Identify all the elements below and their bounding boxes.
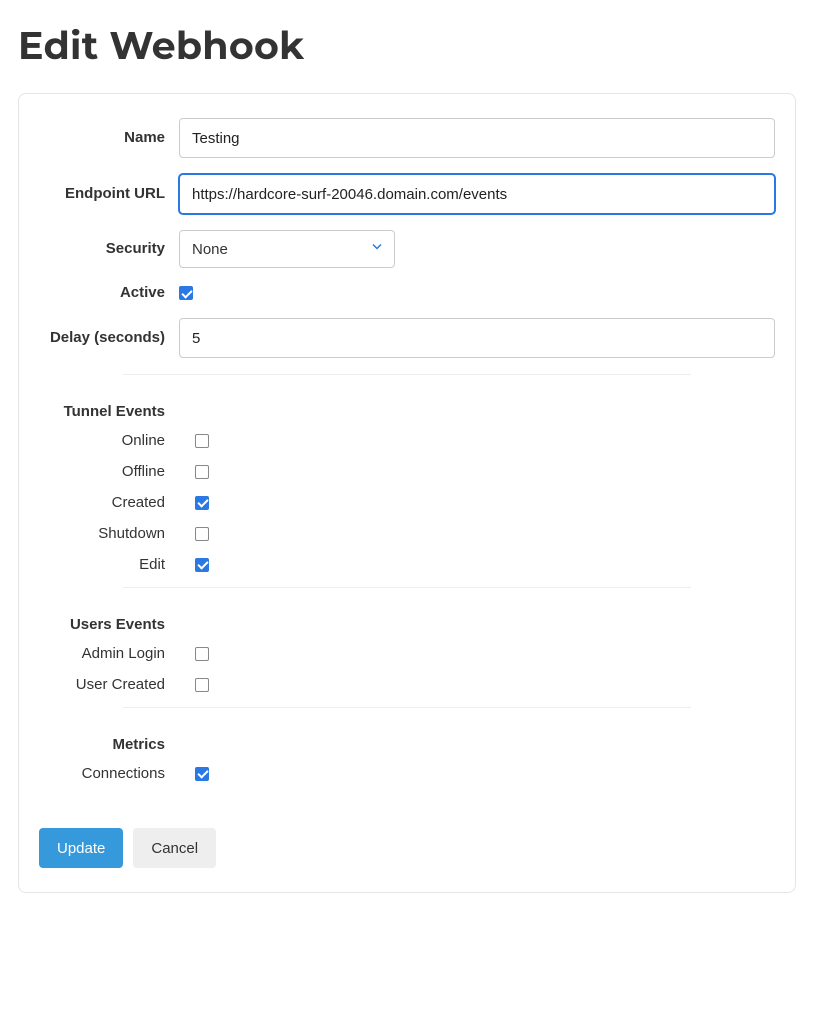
metrics-event-checkbox-connections[interactable] — [195, 767, 209, 781]
tunnel-event-label-online: Online — [39, 432, 179, 449]
webhook-edit-card: Name Endpoint URL Security None — [18, 93, 796, 893]
delay-label: Delay (seconds) — [39, 329, 179, 347]
delay-input[interactable] — [179, 318, 775, 358]
tunnel-event-checkbox-offline[interactable] — [195, 465, 209, 479]
tunnel-event-label-edit: Edit — [39, 556, 179, 573]
tunnel-event-checkbox-shutdown[interactable] — [195, 527, 209, 541]
page-title: Edit Webhook — [18, 22, 796, 69]
name-input[interactable] — [179, 118, 775, 158]
tunnel-event-label-shutdown: Shutdown — [39, 525, 179, 542]
tunnel-events-title: Tunnel Events — [39, 403, 179, 420]
users-event-label-user-created: User Created — [39, 676, 179, 693]
tunnel-event-label-created: Created — [39, 494, 179, 511]
active-label: Active — [39, 284, 179, 302]
users-event-label-admin-login: Admin Login — [39, 645, 179, 662]
name-label: Name — [39, 129, 179, 147]
separator — [123, 707, 691, 708]
separator — [123, 587, 691, 588]
tunnel-event-checkbox-created[interactable] — [195, 496, 209, 510]
active-checkbox[interactable] — [179, 286, 193, 300]
security-label: Security — [39, 240, 179, 258]
endpoint-url-label: Endpoint URL — [39, 185, 179, 203]
tunnel-event-label-offline: Offline — [39, 463, 179, 480]
users-events-title: Users Events — [39, 616, 179, 633]
metrics-title: Metrics — [39, 736, 179, 753]
security-select[interactable]: None — [179, 230, 395, 268]
security-select-value: None — [192, 241, 228, 258]
cancel-button[interactable]: Cancel — [133, 828, 216, 868]
metrics-event-label-connections: Connections — [39, 765, 179, 782]
update-button[interactable]: Update — [39, 828, 123, 868]
tunnel-event-checkbox-edit[interactable] — [195, 558, 209, 572]
users-event-checkbox-admin-login[interactable] — [195, 647, 209, 661]
users-event-checkbox-user-created[interactable] — [195, 678, 209, 692]
endpoint-url-input[interactable] — [179, 174, 775, 214]
separator — [123, 374, 691, 375]
tunnel-event-checkbox-online[interactable] — [195, 434, 209, 448]
